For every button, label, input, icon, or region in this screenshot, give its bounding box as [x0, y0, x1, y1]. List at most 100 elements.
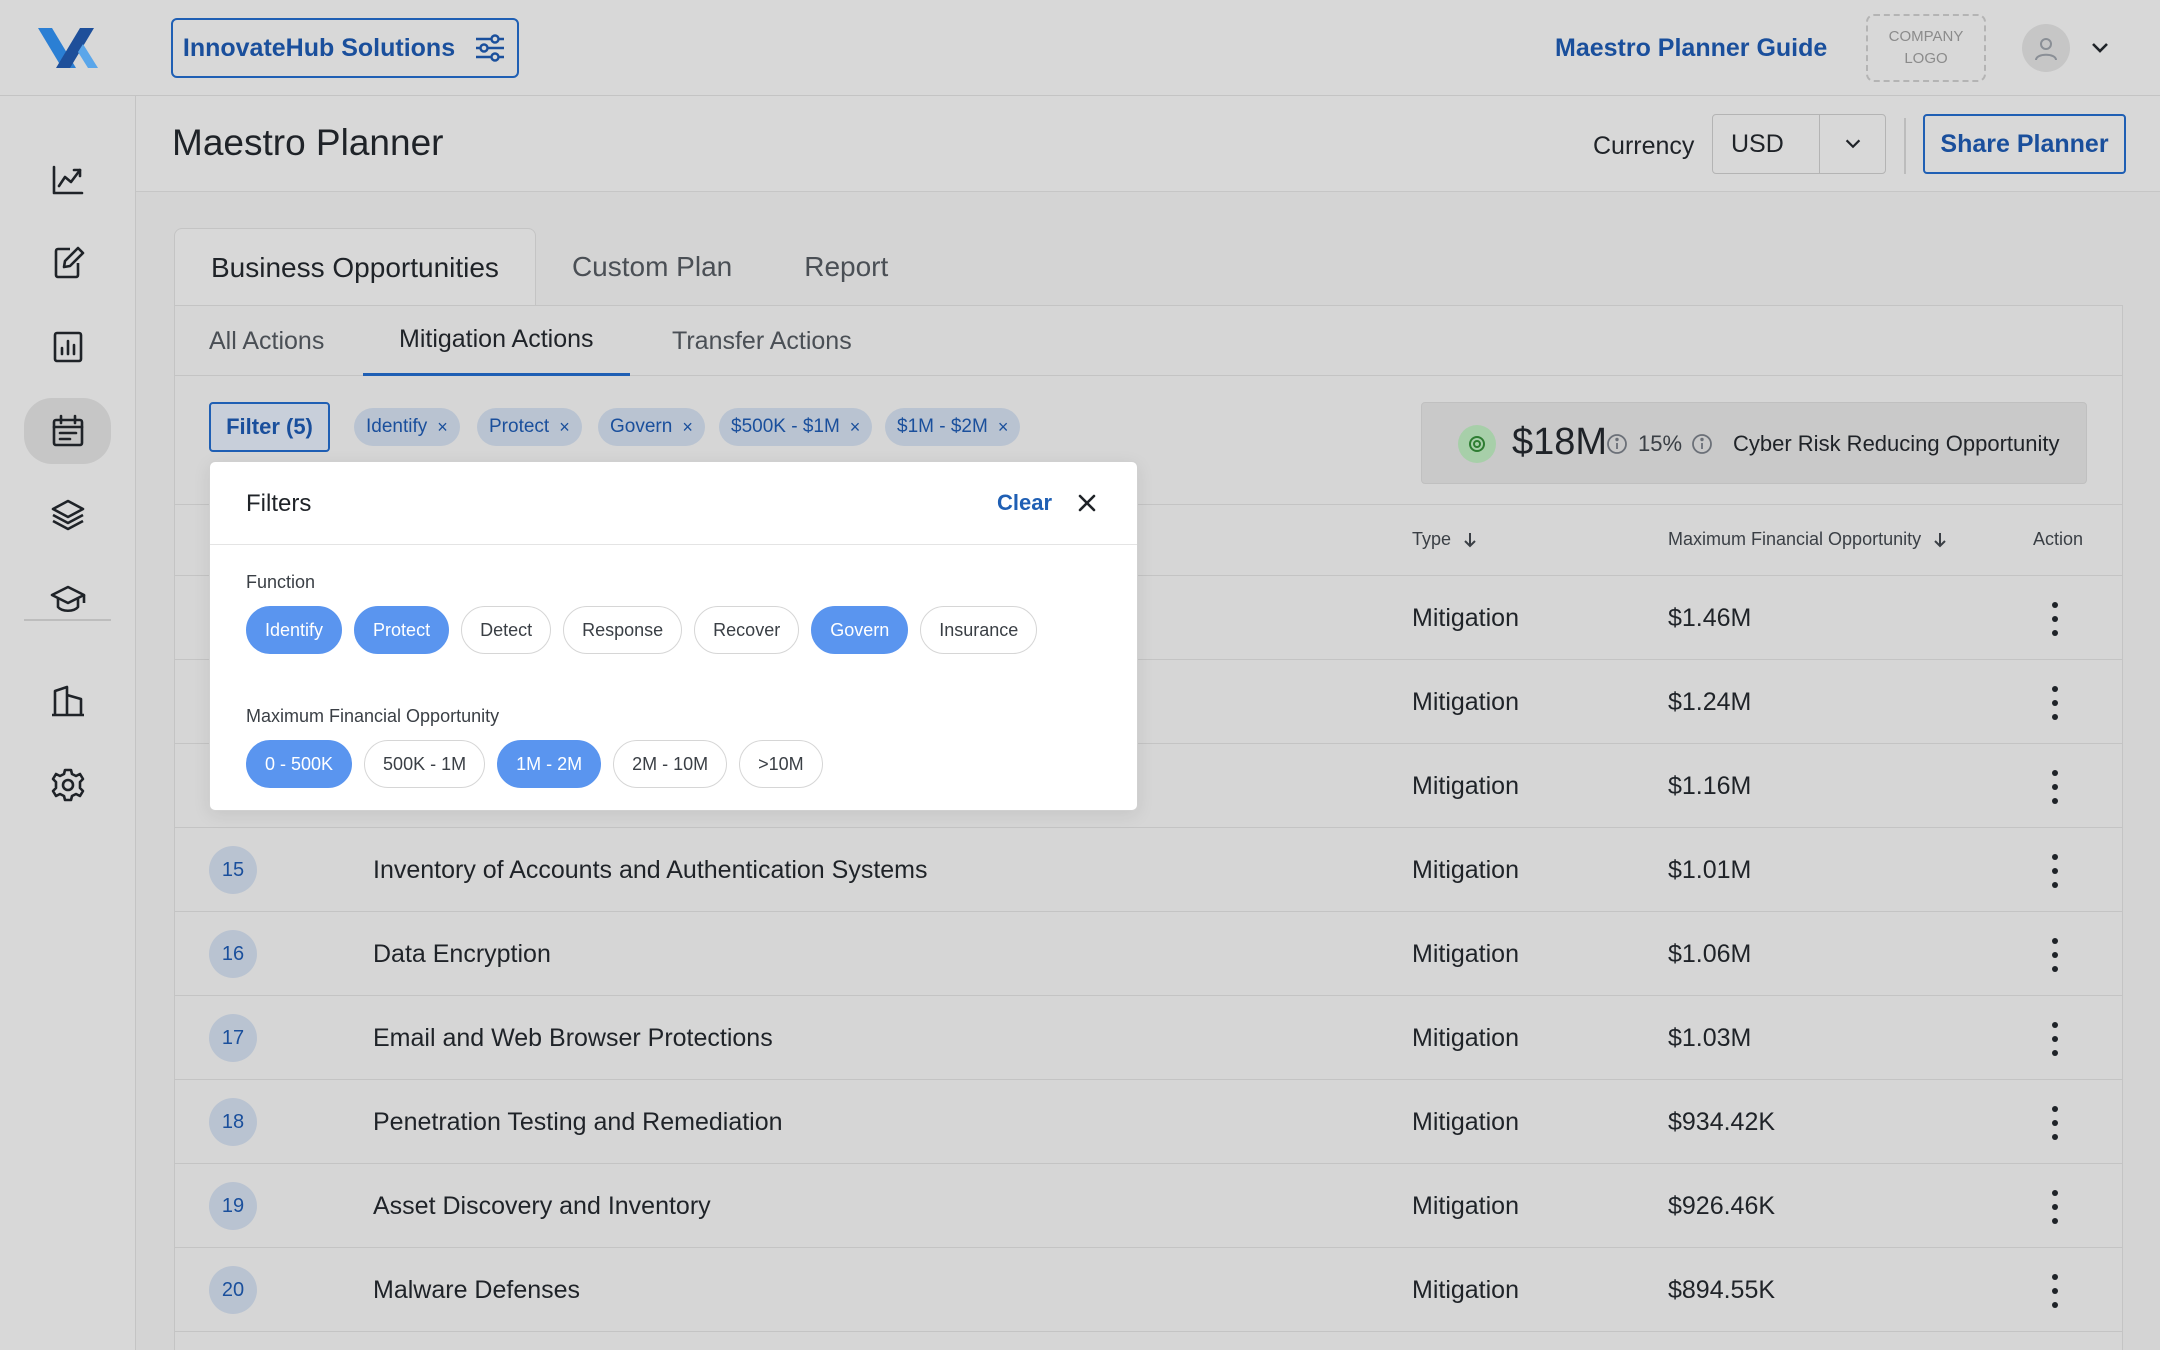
filter-chip[interactable]: Protect ×	[477, 408, 582, 446]
row-action-name: Malware Defenses	[373, 1276, 581, 1304]
opportunity-summary: $18M 15% Cyber Risk Reducing Opportunity	[1421, 402, 2087, 484]
sidebar-item-organization[interactable]	[24, 668, 111, 734]
organization-name: InnovateHub Solutions	[182, 33, 456, 62]
mfo-option-1m-2m[interactable]: 1M - 2M	[497, 740, 602, 788]
currency-select[interactable]: USD	[1712, 114, 1886, 174]
clear-filters-button[interactable]: Clear	[997, 490, 1052, 516]
table-row[interactable]: 19 Asset Discovery and Inventory Mitigat…	[175, 1164, 2122, 1248]
close-icon[interactable]: ×	[682, 417, 693, 438]
chevron-down-icon[interactable]	[2088, 36, 2112, 60]
more-vertical-icon[interactable]	[2045, 686, 2065, 720]
more-vertical-icon[interactable]	[2045, 770, 2065, 804]
row-type: Mitigation	[1412, 772, 1519, 800]
mfo-option-2m-10m[interactable]: 2M - 10M	[613, 740, 728, 788]
row-amount: $1.24M	[1668, 688, 1752, 716]
tab-report[interactable]: Report	[768, 228, 924, 306]
function-option-protect[interactable]: Protect	[354, 606, 450, 654]
company-logo-placeholder: COMPANY LOGO	[1866, 14, 1986, 82]
planner-guide-link[interactable]: Maestro Planner Guide	[1555, 34, 1827, 63]
left-sidebar	[0, 96, 136, 1350]
function-option-response[interactable]: Response	[563, 606, 683, 654]
column-header-max-financial[interactable]: Maximum Financial Opportunity	[1668, 529, 1949, 550]
column-header-type[interactable]: Type	[1412, 529, 1479, 550]
row-amount: $1.16M	[1668, 772, 1752, 800]
more-vertical-icon[interactable]	[2045, 1106, 2065, 1140]
row-type: Mitigation	[1412, 940, 1519, 968]
row-number-badge: 16	[209, 930, 257, 978]
function-option-recover[interactable]: Recover	[694, 606, 800, 654]
sidebar-divider	[24, 619, 111, 621]
more-vertical-icon[interactable]	[2045, 1190, 2065, 1224]
top-header: InnovateHub Solutions Maestro Planner Gu…	[0, 0, 2160, 96]
function-option-insurance[interactable]: Insurance	[920, 606, 1038, 654]
more-vertical-icon[interactable]	[2045, 1022, 2065, 1056]
chip-label: Identify	[366, 416, 428, 437]
sidebar-item-layers[interactable]	[24, 482, 111, 548]
user-avatar[interactable]	[2022, 24, 2070, 72]
row-amount: $1.03M	[1668, 1024, 1752, 1052]
filter-chip[interactable]: $500K - $1M ×	[719, 408, 873, 446]
organization-selector-button[interactable]: InnovateHub Solutions	[171, 18, 519, 78]
app-logo-icon[interactable]	[36, 24, 98, 72]
mfo-option-0-500k[interactable]: 0 - 500K	[246, 740, 353, 788]
close-icon[interactable]: ×	[998, 417, 1009, 438]
currency-dropdown-toggle[interactable]	[1819, 115, 1885, 173]
more-vertical-icon[interactable]	[2045, 602, 2065, 636]
subtab-transfer-actions[interactable]: Transfer Actions	[672, 306, 852, 376]
row-amount: $894.55K	[1668, 1276, 1776, 1304]
chip-label: $500K - $1M	[731, 416, 840, 437]
close-icon[interactable]	[1076, 492, 1098, 514]
sidebar-item-planner-edit[interactable]	[24, 230, 111, 296]
main-tabs: Business Opportunities Custom Plan Repor…	[174, 228, 924, 306]
sidebar-item-calendar[interactable]	[24, 398, 111, 464]
tab-business-opportunities[interactable]: Business Opportunities	[174, 228, 536, 306]
filters-popup-title: Filters	[246, 490, 312, 517]
sidebar-item-reports[interactable]	[24, 314, 111, 380]
arrow-down-icon	[1464, 532, 1476, 547]
row-number-badge: 18	[209, 1098, 257, 1146]
filter-chip[interactable]: Govern ×	[598, 408, 705, 446]
row-type: Mitigation	[1412, 1024, 1519, 1052]
info-icon[interactable]	[1691, 433, 1713, 455]
table-row[interactable]: 15 Inventory of Accounts and Authenticat…	[175, 828, 2122, 912]
more-vertical-icon[interactable]	[2045, 938, 2065, 972]
sidebar-item-analytics[interactable]	[24, 146, 111, 212]
mfo-options: 0 - 500K 500K - 1M 1M - 2M 2M - 10M >10M	[246, 740, 823, 788]
more-vertical-icon[interactable]	[2045, 1274, 2065, 1308]
filter-chip[interactable]: Identify ×	[354, 408, 460, 446]
row-number-badge: 19	[209, 1182, 257, 1230]
mfo-option-10m-plus[interactable]: >10M	[739, 740, 823, 788]
row-type: Mitigation	[1412, 1276, 1519, 1304]
mfo-option-500k-1m[interactable]: 500K - 1M	[364, 740, 486, 788]
row-type: Mitigation	[1412, 688, 1519, 716]
function-option-govern[interactable]: Govern	[811, 606, 909, 654]
column-header-label: Type	[1412, 529, 1452, 549]
info-icon[interactable]	[1606, 433, 1628, 455]
function-option-identify[interactable]: Identify	[246, 606, 343, 654]
subtab-mitigation-actions[interactable]: Mitigation Actions	[363, 306, 630, 376]
subtab-all-actions[interactable]: All Actions	[209, 306, 324, 376]
row-type: Mitigation	[1412, 856, 1519, 884]
sidebar-item-training[interactable]	[24, 566, 111, 632]
close-icon[interactable]: ×	[437, 417, 448, 438]
close-icon[interactable]: ×	[559, 417, 570, 438]
close-icon[interactable]: ×	[850, 417, 861, 438]
column-header-action: Action	[2033, 529, 2084, 549]
more-vertical-icon[interactable]	[2045, 854, 2065, 888]
table-row[interactable]: 17 Email and Web Browser Protections Mit…	[175, 996, 2122, 1080]
table-row[interactable]: 20 Malware Defenses Mitigation $894.55K	[175, 1248, 2122, 1332]
function-option-detect[interactable]: Detect	[461, 606, 552, 654]
tab-custom-plan[interactable]: Custom Plan	[536, 228, 768, 306]
share-planner-button[interactable]: Share Planner	[1923, 114, 2126, 174]
target-icon	[1458, 425, 1496, 463]
function-options: Identify Protect Detect Response Recover…	[246, 606, 1038, 654]
table-row[interactable]: 16 Data Encryption Mitigation $1.06M	[175, 912, 2122, 996]
row-action-name: Email and Web Browser Protections	[373, 1024, 773, 1052]
filter-button[interactable]: Filter (5)	[209, 402, 330, 452]
table-row[interactable]: 18 Penetration Testing and Remediation M…	[175, 1080, 2122, 1164]
company-logo-line2: LOGO	[1904, 50, 1948, 67]
report-chart-icon	[53, 331, 82, 363]
edit-document-icon	[54, 246, 84, 279]
sidebar-item-settings[interactable]	[24, 752, 111, 818]
filter-chip[interactable]: $1M - $2M ×	[885, 408, 1021, 446]
